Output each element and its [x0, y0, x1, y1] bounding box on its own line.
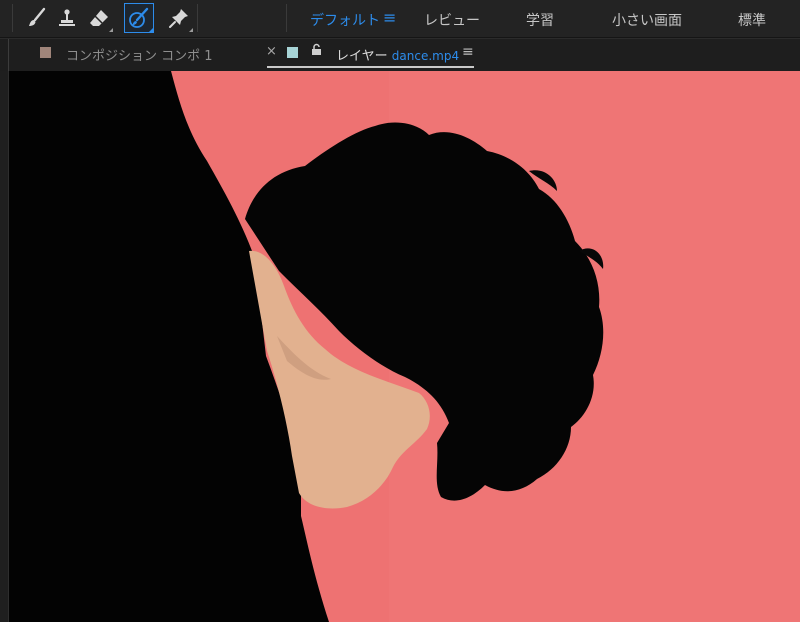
toolbar-divider [197, 4, 198, 32]
roto-brush-tool-button[interactable] [124, 3, 154, 33]
toolbar-divider [286, 4, 287, 32]
tool-flyout-indicator [189, 28, 193, 32]
tool-flyout-indicator [109, 28, 113, 32]
puppet-pin-icon [169, 9, 188, 28]
toolbar: デフォルト ≡ レビュー 学習 小さい画面 標準 [0, 0, 800, 38]
eraser-tool-button[interactable] [84, 3, 114, 33]
workspace-standard[interactable]: 標準 [738, 10, 766, 30]
workspace-menu-icon[interactable]: ≡ [383, 8, 396, 27]
roto-brush-icon [129, 7, 149, 28]
tab-composition[interactable]: コンポジション コンポ 1 [66, 45, 213, 64]
toolbar-divider [12, 4, 13, 32]
layer-viewer[interactable] [0, 71, 800, 622]
workspace-default[interactable]: デフォルト [310, 10, 380, 30]
panel-menu-icon[interactable]: ≡ [462, 44, 474, 60]
puppet-pin-tool-button[interactable] [164, 3, 194, 33]
close-icon[interactable]: × [266, 44, 277, 59]
panel-tab-bar: コンポジション コンポ 1 × レイヤー dance.mp4 ≡ [0, 38, 800, 71]
eraser-icon [90, 10, 108, 26]
lock-icon[interactable] [311, 43, 322, 59]
workspace-learn[interactable]: 学習 [526, 10, 554, 30]
brush-icon [29, 7, 46, 26]
clone-stamp-icon [59, 9, 75, 26]
active-tab-indicator [267, 66, 474, 68]
tool-flyout-indicator [149, 28, 153, 32]
tab-layer-filename: dance.mp4 [391, 49, 460, 63]
workspace-small-screen[interactable]: 小さい画面 [612, 10, 682, 30]
brush-tool-button[interactable] [22, 3, 52, 33]
tab-layer[interactable]: レイヤー dance.mp4 [336, 45, 459, 64]
viewer-left-edge [0, 71, 9, 622]
layer-label-swatch [287, 47, 298, 58]
workspace-review[interactable]: レビュー [424, 10, 480, 30]
clone-stamp-tool-button[interactable] [52, 3, 82, 33]
tab-layer-label: レイヤー [336, 49, 388, 64]
composition-label-swatch [40, 47, 51, 58]
panel-edge [8, 39, 9, 71]
video-frame[interactable] [9, 71, 800, 622]
